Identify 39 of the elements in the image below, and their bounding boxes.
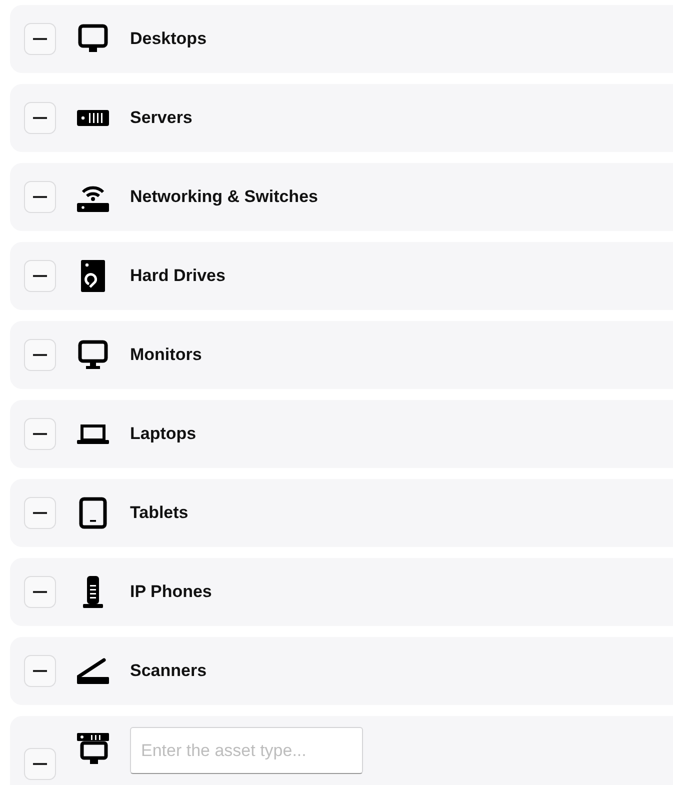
minus-icon	[33, 354, 47, 356]
category-label: Networking & Switches	[130, 186, 318, 208]
minus-icon	[33, 433, 47, 435]
minus-icon	[33, 38, 47, 40]
remove-button[interactable]	[24, 260, 56, 292]
category-label: Servers	[130, 107, 192, 130]
server-icon	[77, 108, 109, 128]
remove-button[interactable]	[24, 339, 56, 371]
minus-icon	[33, 591, 47, 593]
laptop-icon	[77, 423, 109, 445]
tablet-icon	[79, 497, 107, 529]
minus-icon	[33, 512, 47, 514]
category-label: Desktops	[130, 28, 207, 50]
remove-button[interactable]	[24, 181, 56, 213]
category-label: Tablets	[130, 502, 188, 524]
minus-icon	[33, 275, 47, 277]
remove-button[interactable]	[24, 497, 56, 529]
remove-button[interactable]	[24, 23, 56, 55]
phone-icon	[82, 576, 104, 608]
remove-button[interactable]	[24, 748, 56, 780]
remove-button[interactable]	[24, 655, 56, 687]
asset-type-field[interactable]: Enter the asset type...	[130, 727, 363, 774]
minus-icon	[33, 196, 47, 198]
minus-icon	[33, 117, 47, 119]
category-label: Scanners	[130, 660, 207, 682]
remove-button[interactable]	[24, 102, 56, 134]
category-label: Laptops	[130, 423, 196, 446]
scanner-icon	[77, 657, 109, 685]
minus-icon	[33, 763, 47, 765]
device-icon	[77, 733, 109, 765]
category-label: IP Phones	[130, 581, 212, 604]
minus-icon	[33, 670, 47, 672]
category-label: Hard Drives	[130, 265, 226, 288]
desktop-icon	[77, 23, 109, 55]
category-label: Monitors	[130, 344, 202, 366]
hard-drive-icon	[81, 260, 105, 292]
remove-button[interactable]	[24, 418, 56, 450]
remove-button[interactable]	[24, 576, 56, 608]
monitor-icon	[77, 339, 109, 371]
